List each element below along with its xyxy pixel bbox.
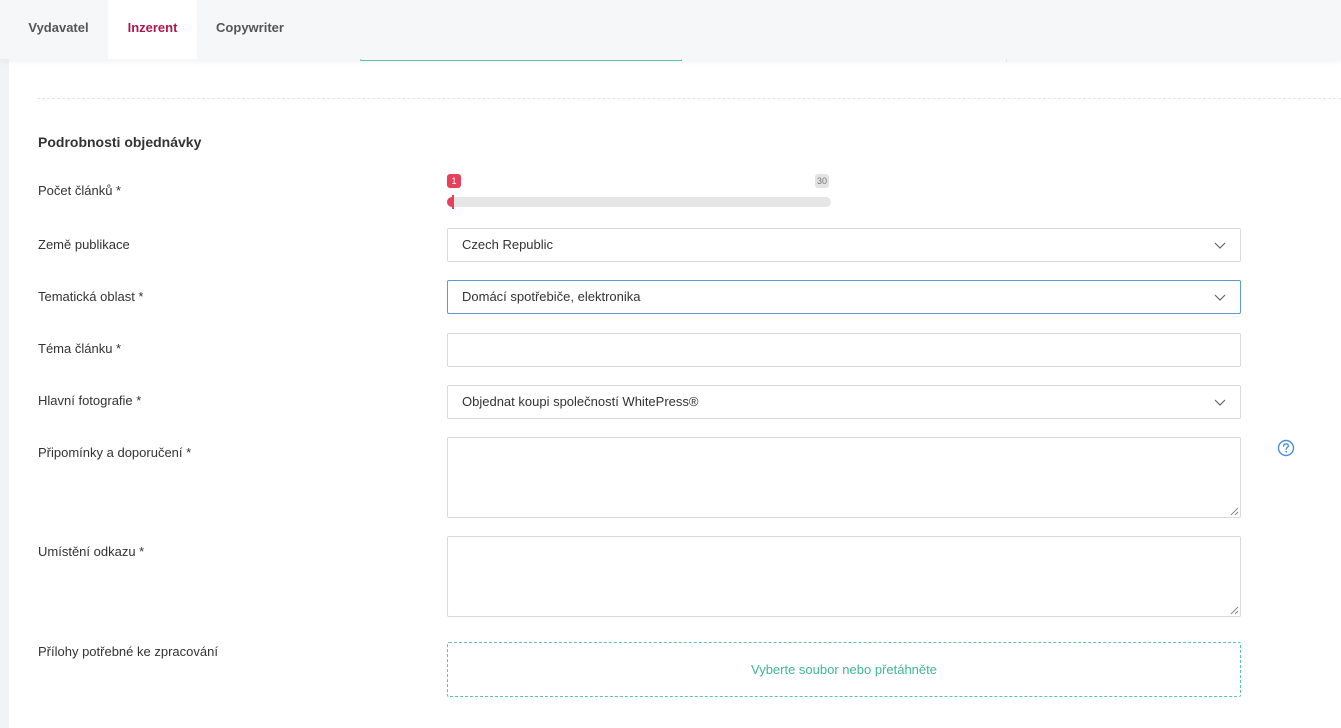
chevron-down-icon — [1214, 294, 1226, 301]
topic-area-value: Domácí spotřebiče, elektronika — [462, 289, 641, 304]
slider-value-bubble: 1 — [447, 174, 461, 188]
slider-max-bubble: 30 — [815, 174, 830, 188]
topic-area-select[interactable]: Domácí spotřebiče, elektronika — [447, 280, 1241, 314]
tab-bar: Vydavatel Inzerent Copywriter — [0, 0, 1341, 59]
link-placement-textarea[interactable] — [447, 536, 1241, 617]
country-select[interactable]: Czech Republic — [447, 228, 1241, 262]
attachments-label: Přílohy potřebné ke zpracování — [38, 644, 218, 659]
chevron-down-icon — [1214, 399, 1226, 406]
article-topic-input[interactable] — [447, 333, 1241, 367]
section-title: Podrobnosti objednávky — [38, 134, 202, 150]
topic-area-label: Tematická oblast * — [38, 289, 144, 304]
article-count-slider[interactable]: 1 30 — [447, 174, 831, 210]
article-topic-label: Téma článku * — [38, 341, 122, 356]
question-circle-icon[interactable] — [1277, 439, 1295, 457]
link-placement-label: Umístění odkazu * — [38, 544, 145, 559]
resize-handle-icon[interactable] — [1230, 507, 1239, 516]
left-rail — [0, 59, 9, 728]
comments-label: Připomínky a doporučení * — [38, 445, 192, 460]
resize-handle-icon[interactable] — [1230, 606, 1239, 615]
country-value: Czech Republic — [462, 237, 554, 252]
article-count-label: Počet článků * — [38, 183, 122, 198]
country-label: Země publikace — [38, 237, 130, 252]
tab-copywriter[interactable]: Copywriter — [200, 0, 300, 59]
main-photo-label: Hlavní fotografie * — [38, 393, 142, 408]
scrolled-divider-edge — [1006, 59, 1007, 62]
tab-vydavatel[interactable]: Vydavatel — [10, 0, 107, 59]
slider-track[interactable] — [447, 197, 831, 207]
scrolled-box-edge — [360, 59, 682, 61]
section-divider — [37, 98, 1341, 99]
comments-textarea[interactable] — [447, 437, 1241, 518]
main-photo-select[interactable]: Objednat koupi společností WhitePress® — [447, 385, 1241, 419]
main-photo-value: Objednat koupi společností WhitePress® — [462, 394, 699, 409]
file-dropzone[interactable]: Vyberte soubor nebo přetáhněte — [447, 642, 1241, 697]
slider-handle[interactable] — [452, 195, 454, 209]
tab-inzerent[interactable]: Inzerent — [108, 0, 197, 59]
chevron-down-icon — [1214, 242, 1226, 249]
